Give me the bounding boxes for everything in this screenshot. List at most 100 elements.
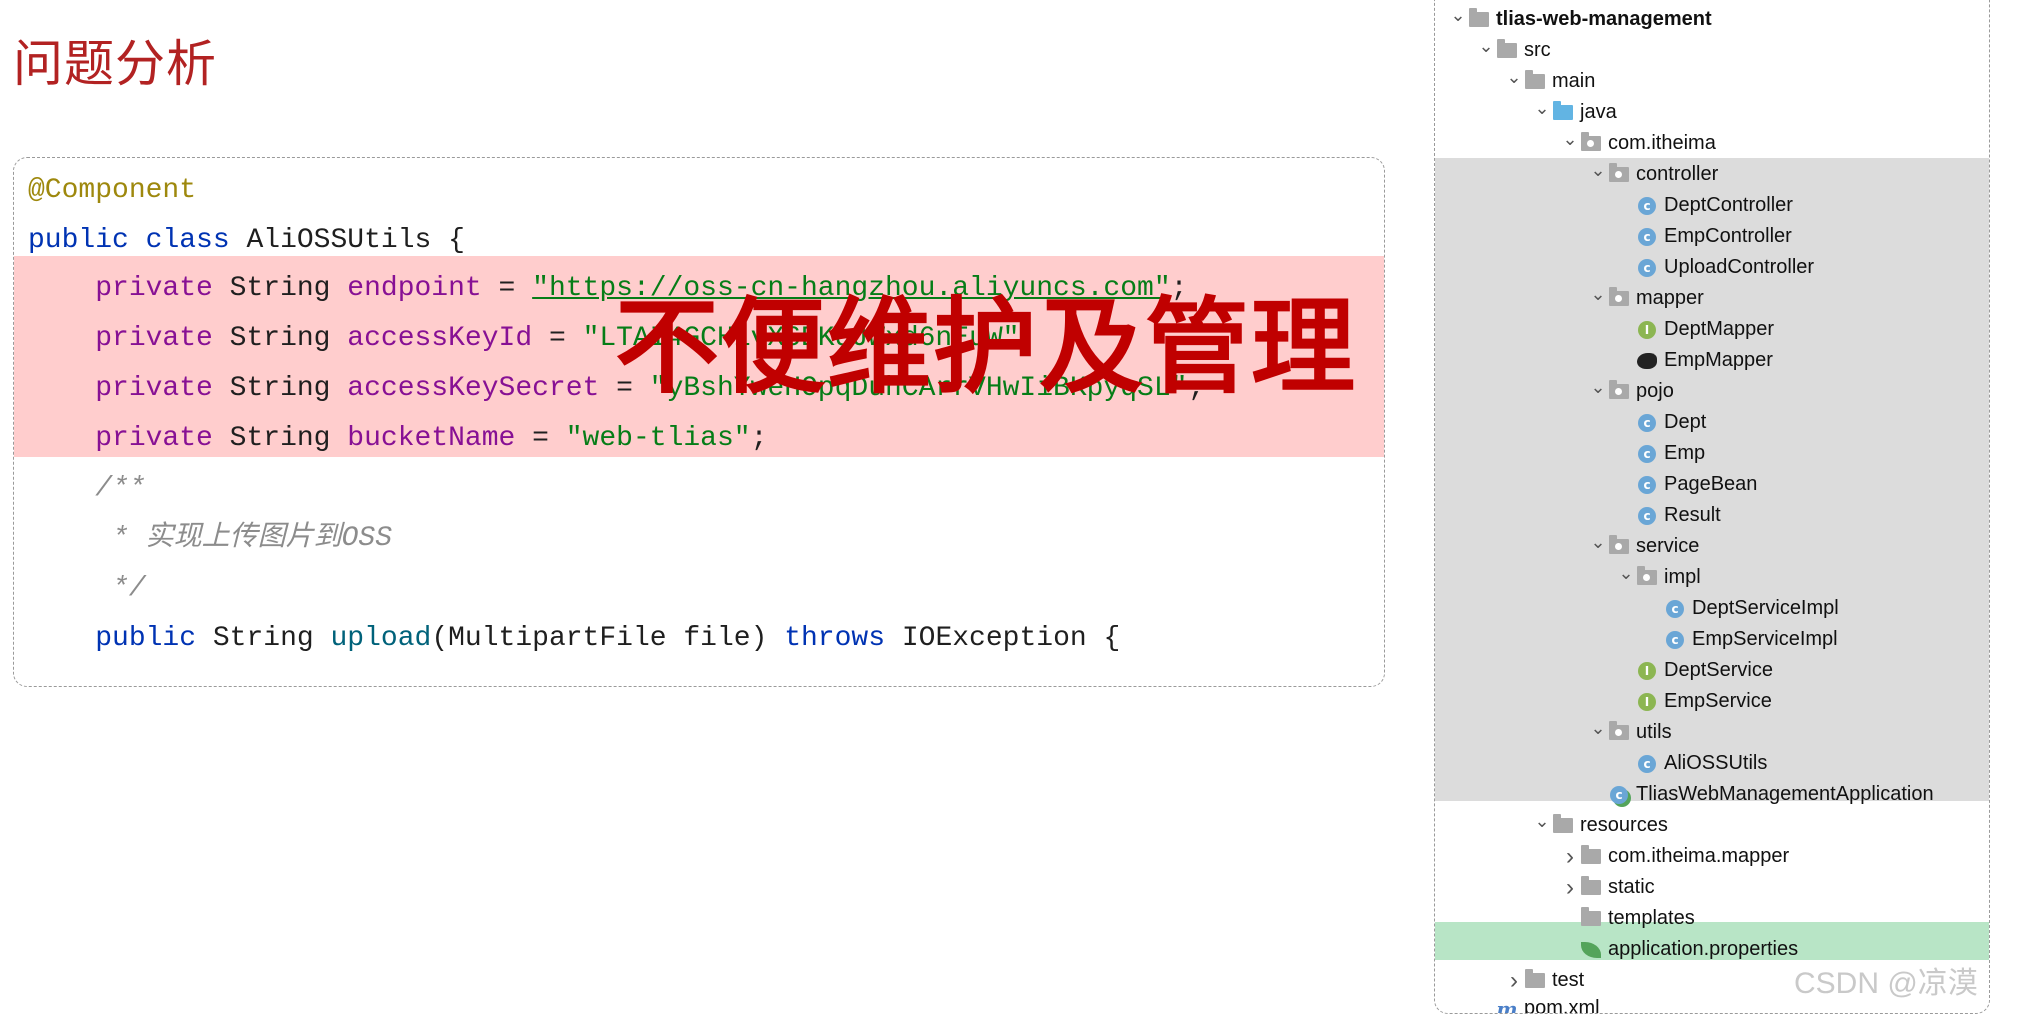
- code-panel: @Component public class AliOSSUtils { pr…: [13, 157, 1385, 687]
- tree-item[interactable]: ⌄ tlias-web-management: [1447, 4, 1712, 35]
- tree-item-label: controller: [1636, 163, 1718, 186]
- chevron-down-icon[interactable]: ⌄: [1531, 98, 1553, 119]
- tree-item-label: EmpMapper: [1664, 349, 1773, 372]
- tree-item-label: Emp: [1664, 442, 1705, 465]
- tree-item-label: utils: [1636, 721, 1672, 744]
- tree-item-label: AliOSSUtils: [1664, 752, 1767, 775]
- tree-item-label: DeptService: [1664, 659, 1773, 682]
- chevron-down-icon[interactable]: ⌄: [1503, 67, 1525, 88]
- chevron-down-icon[interactable]: ⌄: [1587, 160, 1609, 181]
- tree-item[interactable]: I DeptMapper: [1615, 314, 1774, 345]
- class-icon: c: [1637, 414, 1657, 432]
- tree-item[interactable]: cEmpController: [1615, 221, 1792, 252]
- tree-item-label: TliasWebManagementApplication: [1636, 783, 1934, 806]
- package-icon: [1581, 135, 1601, 153]
- tree-item[interactable]: ⌄ pojo: [1587, 376, 1674, 407]
- tree-item[interactable]: cUploadController: [1615, 252, 1814, 283]
- tree-item-label: DeptMapper: [1664, 318, 1774, 341]
- folder-icon: [1525, 972, 1545, 990]
- tree-item[interactable]: › com.itheima.mapper: [1559, 841, 1789, 872]
- tree-item[interactable]: I DeptService: [1615, 655, 1773, 686]
- chevron-down-icon[interactable]: ⌄: [1587, 718, 1609, 739]
- chevron-right-icon[interactable]: ›: [1559, 874, 1581, 902]
- tree-item-label: DeptController: [1664, 194, 1793, 217]
- tree-item[interactable]: ⌄ resources: [1531, 810, 1668, 841]
- tree-item-label: pojo: [1636, 380, 1674, 403]
- tree-item[interactable]: cEmp: [1615, 438, 1705, 469]
- tree-item[interactable]: c Dept: [1615, 407, 1706, 438]
- module-folder-icon: [1469, 11, 1489, 29]
- tree-item[interactable]: ⌄mapper: [1587, 283, 1704, 314]
- tree-item-label: DeptServiceImpl: [1692, 597, 1839, 620]
- tree-item[interactable]: ⌄com.itheima: [1559, 128, 1716, 159]
- folder-icon: [1581, 848, 1601, 866]
- chevron-down-icon[interactable]: ⌄: [1587, 377, 1609, 398]
- tree-item[interactable]: ⌄ utils: [1587, 717, 1672, 748]
- tree-item[interactable]: IEmpService: [1615, 686, 1772, 717]
- chevron-down-icon[interactable]: ⌄: [1559, 129, 1581, 150]
- annotation-line: @Component: [28, 166, 196, 216]
- tree-item-label: PageBean: [1664, 473, 1757, 496]
- tree-item[interactable]: templates: [1559, 903, 1695, 934]
- interface-icon: I: [1637, 321, 1657, 339]
- tree-item-label: EmpController: [1664, 225, 1792, 248]
- chevron-down-icon[interactable]: ⌄: [1531, 811, 1553, 832]
- comment-line: * 实现上传图片到OSS: [28, 514, 392, 564]
- tree-item[interactable]: ⌄ controller: [1587, 159, 1718, 190]
- chevron-right-icon[interactable]: ›: [1503, 967, 1525, 995]
- tree-item-label: test: [1552, 969, 1584, 992]
- chevron-down-icon[interactable]: ⌄: [1475, 36, 1497, 57]
- class-icon: c: [1665, 600, 1685, 618]
- tree-item[interactable]: c DeptController: [1615, 190, 1793, 221]
- tree-item-label: Result: [1664, 504, 1721, 527]
- tree-item-label: pom.xml: [1524, 997, 1600, 1014]
- chevron-right-icon[interactable]: ›: [1559, 843, 1581, 871]
- chevron-down-icon[interactable]: ⌄: [1587, 284, 1609, 305]
- field-line: private String bucketName = "web-tlias";: [28, 414, 767, 464]
- mybatis-bird-icon: [1637, 352, 1657, 370]
- tree-item[interactable]: ⌄ service: [1587, 531, 1699, 562]
- package-icon: [1637, 569, 1657, 587]
- tree-item[interactable]: cPageBean: [1615, 469, 1757, 500]
- overlay-warning-text: 不便维护及管理: [615, 295, 1357, 399]
- class-icon: c: [1637, 197, 1657, 215]
- chevron-down-icon[interactable]: ⌄: [1615, 563, 1637, 584]
- tree-item[interactable]: c DeptServiceImpl: [1643, 593, 1839, 624]
- tree-item[interactable]: ⌄ src: [1475, 35, 1551, 66]
- tree-item-label: com.itheima.mapper: [1608, 845, 1789, 868]
- tree-item[interactable]: ⌄ java: [1531, 97, 1617, 128]
- class-icon: c: [1637, 259, 1657, 277]
- tree-item[interactable]: EmpMapper: [1615, 345, 1773, 376]
- method-declaration-line: public String upload(MultipartFile file)…: [28, 614, 1120, 664]
- tree-item[interactable]: cEmpServiceImpl: [1643, 624, 1838, 655]
- tree-item[interactable]: › test: [1503, 965, 1584, 996]
- class-declaration-line: public class AliOSSUtils {: [28, 216, 465, 266]
- comment-line: /**: [28, 464, 146, 514]
- folder-icon: [1581, 879, 1601, 897]
- tree-item-label: java: [1580, 101, 1617, 124]
- tree-item-label: resources: [1580, 814, 1668, 837]
- tree-item[interactable]: mpom.xml: [1475, 993, 1600, 1014]
- package-icon: [1609, 383, 1629, 401]
- comment-line: */: [28, 564, 146, 614]
- tree-item[interactable]: application.properties: [1559, 934, 1798, 965]
- interface-icon: I: [1637, 693, 1657, 711]
- package-icon: [1609, 290, 1629, 308]
- tree-item[interactable]: cAliOSSUtils: [1615, 748, 1767, 779]
- folder-icon: [1581, 910, 1601, 928]
- tree-item-label: Dept: [1664, 411, 1706, 434]
- interface-icon: I: [1637, 662, 1657, 680]
- tree-item-label: static: [1608, 876, 1655, 899]
- chevron-down-icon[interactable]: ⌄: [1447, 5, 1469, 26]
- tree-item[interactable]: ⌄impl: [1615, 562, 1701, 593]
- tree-item-label: tlias-web-management: [1496, 8, 1712, 31]
- tree-item-label: service: [1636, 535, 1699, 558]
- tree-item-label: src: [1524, 39, 1551, 62]
- tree-item[interactable]: › static: [1559, 872, 1655, 903]
- tree-item[interactable]: ⌄main: [1503, 66, 1595, 97]
- package-icon: [1609, 538, 1629, 556]
- slide-title: 问题分析: [13, 24, 217, 96]
- chevron-down-icon[interactable]: ⌄: [1587, 532, 1609, 553]
- tree-item[interactable]: cTliasWebManagementApplication: [1587, 779, 1934, 810]
- tree-item[interactable]: cResult: [1615, 500, 1721, 531]
